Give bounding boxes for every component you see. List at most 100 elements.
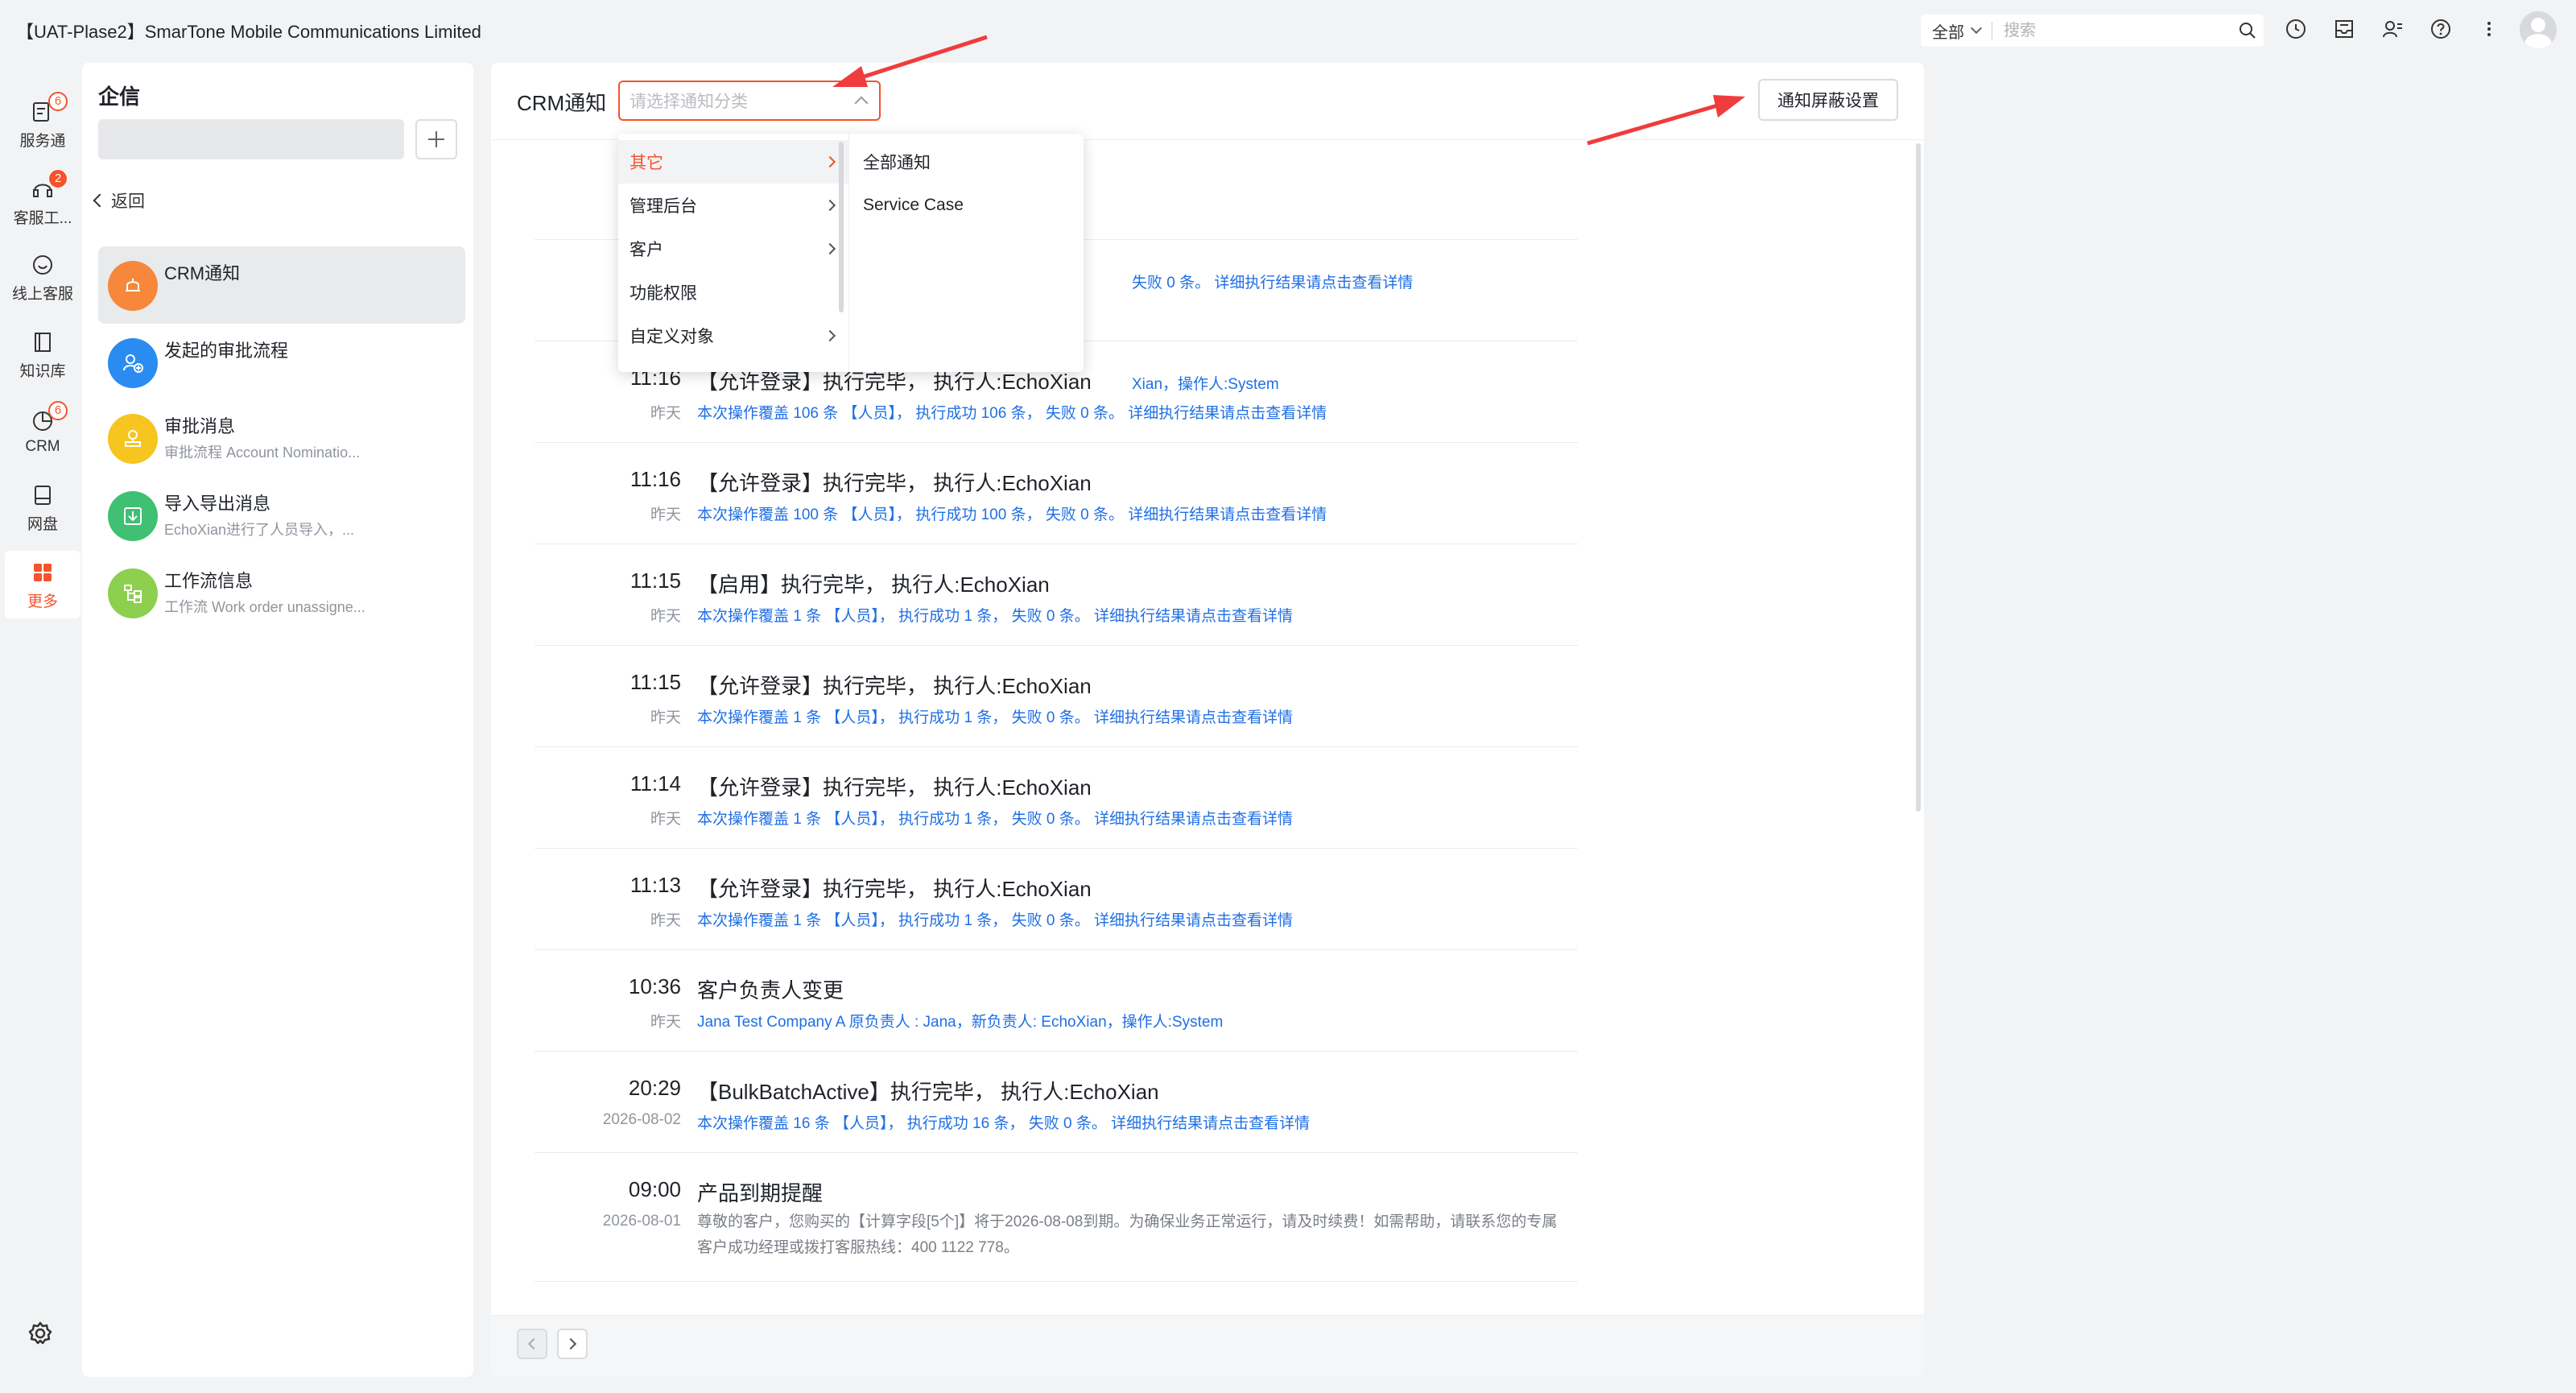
panel-search-input[interactable]: [98, 119, 404, 159]
add-button[interactable]: [415, 119, 457, 159]
notification-item[interactable]: 11:13 昨天 【允许登录】执行完毕， 执行人:EchoXian 本次操作覆盖…: [535, 849, 1578, 950]
rail-item-knowledge[interactable]: 知识库: [5, 320, 80, 388]
notification-item[interactable]: 09:00 2026-08-01 产品到期提醒 尊敬的客户，您购买的【计算字段[…: [535, 1153, 1578, 1282]
conversation-item-import-export[interactable]: 导入导出消息 EchoXian进行了人员导入，...: [98, 477, 465, 554]
conversation-panel: 企信 返回 CRM通知 发起的审批流程 审批消息 审批流程 Account No…: [82, 63, 473, 1377]
notification-time: 11:16: [630, 467, 681, 491]
cascader-option[interactable]: 全部通知: [850, 140, 1082, 184]
inbox-icon[interactable]: [2331, 16, 2357, 42]
notification-time: 11:15: [630, 568, 681, 593]
notification-date: 2026-08-02: [602, 1111, 681, 1128]
prev-page-button[interactable]: [517, 1329, 547, 1359]
notification-body[interactable]: 本次操作覆盖 106 条 【人员】， 执行成功 106 条， 失败 0 条。 详…: [697, 401, 1327, 423]
notification-time: 20:29: [628, 1076, 681, 1100]
conversation-item-approval-flow[interactable]: 发起的审批流程: [98, 324, 465, 401]
notification-time: 11:14: [630, 771, 681, 796]
app-title: 【UAT-Plase2】SmarTone Mobile Communicatio…: [16, 22, 481, 42]
rail-item-service[interactable]: 6 服务通: [5, 90, 80, 158]
search-scope-select[interactable]: 全部: [1921, 19, 1983, 43]
approval-flow-icon: [108, 338, 158, 388]
cascader-option[interactable]: Service Case: [850, 184, 1082, 227]
chevron-right-icon: [824, 199, 836, 212]
pager-bar: [491, 1315, 1924, 1377]
back-link[interactable]: 返回: [93, 188, 145, 213]
settings-gear-icon[interactable]: [26, 1319, 55, 1348]
conversation-item-crm[interactable]: CRM通知: [98, 246, 465, 324]
notification-body[interactable]: 本次操作覆盖 16 条 【人员】， 执行成功 16 条， 失败 0 条。 详细执…: [697, 1111, 1310, 1133]
stamp-icon: [108, 414, 158, 464]
notification-item[interactable]: 11:14 昨天 【允许登录】执行完毕， 执行人:EchoXian 本次操作覆盖…: [535, 747, 1578, 849]
notification-body[interactable]: 本次操作覆盖 1 条 【人员】， 执行成功 1 条， 失败 0 条。 详细执行结…: [697, 807, 1293, 829]
cascader-level1: 其它 管理后台 客户 功能权限 自定义对象: [618, 140, 848, 358]
cascader-level2: 全部通知 Service Case: [850, 140, 1082, 227]
conversation-item-workflow[interactable]: 工作流信息 工作流 Work order unassigne...: [98, 554, 465, 631]
rail-item-online-service[interactable]: 线上客服: [5, 243, 80, 311]
notification-body[interactable]: 本次操作覆盖 100 条 【人员】， 执行成功 100 条， 失败 0 条。 详…: [697, 502, 1327, 524]
notification-body[interactable]: 本次操作覆盖 1 条 【人员】， 执行成功 1 条， 失败 0 条。 详细执行结…: [697, 604, 1293, 626]
scrollbar[interactable]: [1916, 143, 1921, 812]
conversation-name: CRM通知: [164, 263, 241, 283]
global-search[interactable]: 全部: [1921, 14, 2264, 47]
conversation-name: 发起的审批流程: [164, 341, 289, 361]
rail-item-crm[interactable]: 6 CRM: [5, 398, 80, 465]
notification-item[interactable]: 11:16 昨天 【允许登录】执行完毕， 执行人:EchoXian 本次操作覆盖…: [535, 443, 1578, 544]
rail-item-more[interactable]: 更多: [5, 551, 80, 618]
rail-label: CRM: [25, 438, 60, 455]
plus-icon: [428, 131, 444, 147]
rail-item-drive[interactable]: 网盘: [5, 473, 80, 541]
conversation-name: 工作流信息: [164, 571, 254, 591]
chevron-right-icon: [824, 155, 836, 168]
notification-time: 09:00: [628, 1177, 681, 1201]
search-icon[interactable]: [2231, 14, 2264, 47]
rail-item-ticket[interactable]: 2 客服工...: [5, 167, 80, 235]
notification-date: 昨天: [650, 912, 681, 929]
history-icon[interactable]: [2283, 16, 2309, 42]
search-scope-label: 全部: [1932, 23, 1964, 42]
rail-badge: 2: [48, 168, 68, 188]
search-input[interactable]: [2004, 21, 2231, 40]
cascader-option[interactable]: 其它: [618, 140, 848, 184]
notification-item[interactable]: 20:29 2026-08-02 【BulkBatchActive】执行完毕， …: [535, 1052, 1578, 1153]
cascader-option[interactable]: 客户: [618, 227, 848, 271]
smile-icon: [29, 251, 56, 279]
notification-item[interactable]: 11:15 昨天 【允许登录】执行完毕， 执行人:EchoXian 本次操作覆盖…: [535, 646, 1578, 747]
notification-item[interactable]: 10:36 昨天 客户负责人变更 Jana Test Company A 原负责…: [535, 950, 1578, 1052]
top-bar: 【UAT-Plase2】SmarTone Mobile Communicatio…: [0, 0, 2576, 58]
book-icon: [29, 329, 56, 356]
contacts-icon[interactable]: [2380, 16, 2405, 42]
notification-category-select[interactable]: 请选择通知分类: [618, 81, 881, 121]
rail-badge: 6: [48, 401, 68, 420]
cascader-option[interactable]: 管理后台: [618, 184, 848, 227]
drive-icon: [29, 482, 56, 509]
notification-time: 11:13: [630, 873, 681, 897]
help-icon[interactable]: [2428, 16, 2454, 42]
notification-item[interactable]: 11:15 昨天 【启用】执行完毕， 执行人:EchoXian 本次操作覆盖 1…: [535, 544, 1578, 646]
conversation-item-approval-message[interactable]: 审批消息 审批流程 Account Nominatio...: [98, 399, 465, 477]
notification-date: 昨天: [650, 405, 681, 422]
next-page-button[interactable]: [557, 1329, 588, 1359]
notification-body[interactable]: 本次操作覆盖 1 条 【人员】， 执行成功 1 条， 失败 0 条。 详细执行结…: [697, 908, 1293, 930]
notification-title: 【允许登录】执行完毕， 执行人:EchoXian: [697, 775, 1092, 800]
bell-icon: [108, 261, 158, 311]
notification-date: 昨天: [650, 811, 681, 828]
cascader-option[interactable]: 功能权限: [618, 271, 848, 314]
notification-title: 【允许登录】执行完毕， 执行人:EchoXian: [697, 877, 1092, 901]
option-label: Service Case: [863, 196, 964, 214]
conversation-preview: 工作流 Work order unassigne...: [164, 599, 365, 615]
back-label: 返回: [111, 192, 145, 211]
notification-body[interactable]: 本次操作覆盖 1 条 【人员】， 执行成功 1 条， 失败 0 条。 详细执行结…: [697, 705, 1293, 727]
chevron-down-icon: [1970, 22, 1983, 35]
notification-mute-settings-button[interactable]: 通知屏蔽设置: [1758, 79, 1898, 121]
dropdown-scrollbar[interactable]: [839, 142, 844, 312]
more-vertical-icon[interactable]: [2476, 16, 2502, 42]
notification-date: 昨天: [650, 709, 681, 726]
notification-body[interactable]: Jana Test Company A 原负责人 : Jana，新负责人: Ec…: [697, 1010, 1223, 1031]
page-title: CRM通知: [517, 91, 607, 115]
rail-badge: 6: [48, 91, 68, 111]
avatar[interactable]: [2520, 11, 2557, 48]
option-label: 功能权限: [630, 284, 697, 303]
chevron-right-icon: [824, 329, 836, 342]
cascader-option[interactable]: 自定义对象: [618, 314, 848, 358]
rail-label: 线上客服: [11, 285, 73, 303]
divider: [848, 134, 849, 372]
